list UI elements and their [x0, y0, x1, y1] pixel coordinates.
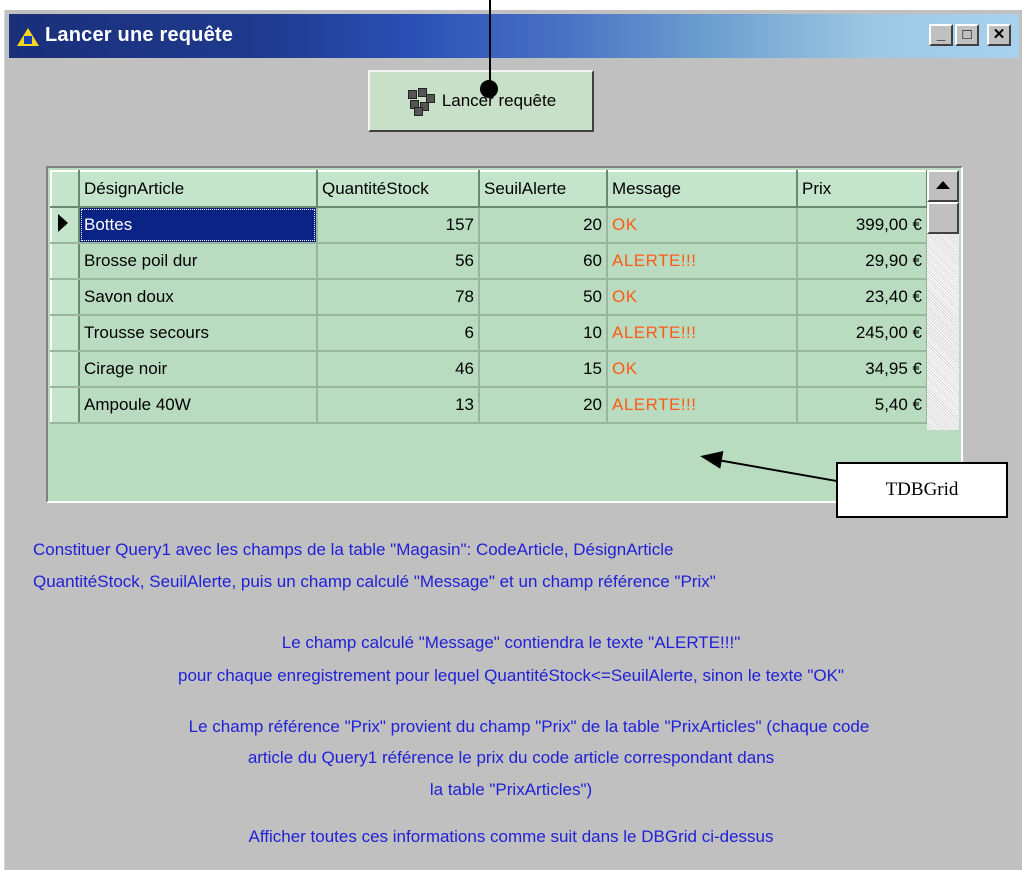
- maximize-button[interactable]: □: [955, 24, 979, 46]
- cell-prix[interactable]: 23,40 €: [797, 279, 928, 316]
- cell-designation[interactable]: Savon doux: [79, 279, 318, 316]
- cell-seuil[interactable]: 20: [479, 387, 608, 424]
- column-header-prix[interactable]: Prix: [797, 170, 928, 208]
- title-bar[interactable]: Lancer une requête _ □ ✕: [9, 14, 1019, 58]
- indicator-header: [50, 170, 80, 208]
- table-row[interactable]: Savon doux 78 50 OK 23,40 €: [50, 279, 928, 316]
- cell-prix[interactable]: 5,40 €: [797, 387, 928, 424]
- scroll-up-arrow-icon[interactable]: [927, 170, 959, 202]
- cell-designation[interactable]: Trousse secours: [79, 315, 318, 352]
- vertical-scrollbar[interactable]: [927, 170, 959, 430]
- instruction-line-7: la table "PrixArticles"): [429, 780, 593, 799]
- column-header-designation[interactable]: DésignArticle: [79, 170, 318, 208]
- launch-query-button[interactable]: Lancer requête: [368, 70, 594, 132]
- row-indicator[interactable]: [50, 279, 80, 316]
- cell-quantite[interactable]: 13: [317, 387, 480, 424]
- cell-message[interactable]: OK: [607, 207, 798, 244]
- cell-seuil[interactable]: 50: [479, 279, 608, 316]
- cell-quantite[interactable]: 6: [317, 315, 480, 352]
- cell-message[interactable]: ALERTE!!!: [607, 243, 798, 280]
- row-indicator[interactable]: [50, 315, 80, 352]
- annotation-dot: [480, 80, 498, 98]
- instruction-line-2: QuantitéStock, SeuilAlerte, puis un cham…: [33, 572, 716, 591]
- current-row-arrow-icon: [58, 213, 68, 232]
- tdbgrid-annotation-label: TDBGrid: [836, 462, 1008, 518]
- cell-prix[interactable]: 29,90 €: [797, 243, 928, 280]
- cell-quantite[interactable]: 157: [317, 207, 480, 244]
- window-title: Lancer une requête: [45, 24, 234, 46]
- cell-seuil[interactable]: 15: [479, 351, 608, 388]
- cell-seuil[interactable]: 60: [479, 243, 608, 280]
- cell-prix[interactable]: 245,00 €: [797, 315, 928, 352]
- cell-seuil[interactable]: 20: [479, 207, 608, 244]
- cell-designation[interactable]: Cirage noir: [79, 351, 318, 388]
- cell-designation[interactable]: Brosse poil dur: [79, 243, 318, 280]
- column-header-message[interactable]: Message: [607, 170, 798, 208]
- cell-message[interactable]: OK: [607, 279, 798, 316]
- row-indicator[interactable]: [50, 387, 80, 424]
- db-grid[interactable]: DésignArticle QuantitéStock SeuilAlerte …: [46, 166, 963, 503]
- cell-designation[interactable]: Ampoule 40W: [79, 387, 318, 424]
- cell-message[interactable]: ALERTE!!!: [607, 387, 798, 424]
- cell-quantite[interactable]: 56: [317, 243, 480, 280]
- column-header-quantite[interactable]: QuantitéStock: [317, 170, 480, 208]
- instruction-line-1: Constituer Query1 avec les champs de la …: [33, 540, 674, 559]
- annotation-arrow-icon: [698, 447, 724, 469]
- row-indicator[interactable]: [50, 243, 80, 280]
- instruction-line-6: article du Query1 référence le prix du c…: [247, 748, 775, 767]
- row-indicator[interactable]: [50, 207, 80, 244]
- table-row[interactable]: Cirage noir 46 15 OK 34,95 €: [50, 351, 928, 388]
- cell-prix[interactable]: 399,00 €: [797, 207, 928, 244]
- grid-table: DésignArticle QuantitéStock SeuilAlerte …: [50, 170, 928, 424]
- minimize-button[interactable]: _: [929, 24, 953, 46]
- instruction-line-4: pour chaque enregistrement pour lequel Q…: [177, 666, 845, 685]
- launch-query-label: Lancer requête: [441, 91, 557, 110]
- cell-message[interactable]: OK: [607, 351, 798, 388]
- cell-designation[interactable]: Bottes: [79, 207, 318, 244]
- cell-quantite[interactable]: 78: [317, 279, 480, 316]
- instruction-line-5: Le champ référence "Prix" provient du ch…: [188, 717, 870, 736]
- query-icon: [406, 88, 436, 116]
- cell-prix[interactable]: 34,95 €: [797, 351, 928, 388]
- table-row[interactable]: Bottes 157 20 OK 399,00 €: [50, 207, 928, 244]
- column-header-seuil[interactable]: SeuilAlerte: [479, 170, 608, 208]
- scroll-thumb[interactable]: [927, 202, 959, 234]
- cell-message[interactable]: ALERTE!!!: [607, 315, 798, 352]
- table-row[interactable]: Ampoule 40W 13 20 ALERTE!!! 5,40 €: [50, 387, 928, 424]
- table-row[interactable]: Brosse poil dur 56 60 ALERTE!!! 29,90 €: [50, 243, 928, 280]
- app-icon: [17, 28, 39, 46]
- annotation-line: [489, 0, 491, 88]
- instruction-line-3: Le champ calculé "Message" contiendra le…: [281, 633, 741, 652]
- table-row[interactable]: Trousse secours 6 10 ALERTE!!! 245,00 €: [50, 315, 928, 352]
- cell-quantite[interactable]: 46: [317, 351, 480, 388]
- close-button[interactable]: ✕: [987, 24, 1011, 46]
- cell-seuil[interactable]: 10: [479, 315, 608, 352]
- grid-header-row: DésignArticle QuantitéStock SeuilAlerte …: [50, 170, 928, 208]
- row-indicator[interactable]: [50, 351, 80, 388]
- instruction-line-8: Afficher toutes ces informations comme s…: [248, 827, 774, 846]
